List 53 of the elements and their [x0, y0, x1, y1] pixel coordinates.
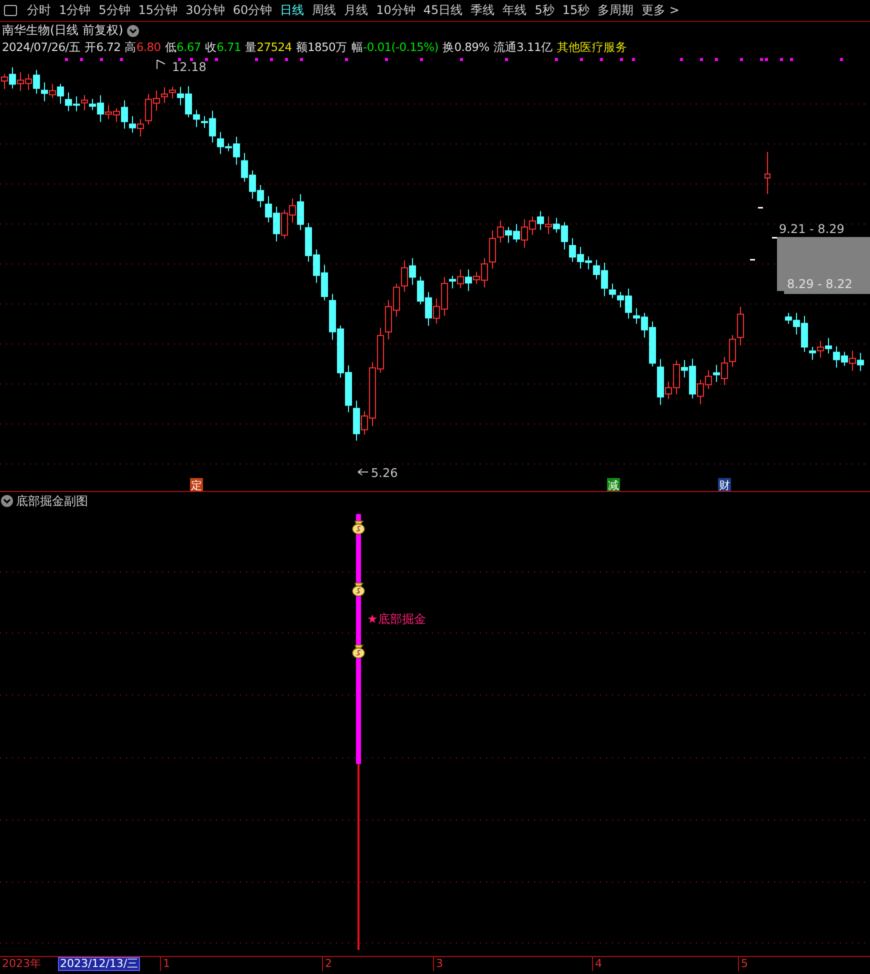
collapse-icon[interactable]: [1, 495, 13, 507]
period-tab[interactable]: 季线: [466, 2, 499, 19]
year-label: 2023年: [2, 957, 41, 971]
quote-field: 换0.89%: [442, 40, 490, 55]
period-tab[interactable]: 60分钟: [228, 2, 276, 19]
money-bag-icon: [352, 644, 365, 658]
period-tab[interactable]: 周线: [308, 2, 340, 19]
period-tab[interactable]: 分时: [23, 2, 55, 19]
month-label: 1: [160, 957, 170, 971]
range-label: 9.21 - 8.29: [779, 222, 844, 236]
month-label: 3: [433, 957, 443, 971]
period-tab[interactable]: 5秒: [530, 2, 558, 19]
period-tab[interactable]: 15分钟: [134, 2, 182, 19]
event-badge[interactable]: 财: [718, 478, 731, 492]
quote-field: 其他医疗服务: [556, 40, 627, 55]
indicator-title: 底部掘金副图: [16, 492, 88, 510]
period-tab[interactable]: 1分钟: [55, 2, 95, 19]
quote-field: 幅-0.01(-0.15%): [351, 40, 438, 55]
quote-field: 额1850万: [296, 40, 348, 55]
panel-toggle-icon[interactable]: [4, 5, 17, 16]
more-button[interactable]: 更多 >: [638, 2, 684, 19]
period-tab[interactable]: 15秒: [558, 2, 594, 19]
quote-field: 流通3.11亿: [493, 40, 553, 55]
quote-field: 收6.71: [204, 40, 241, 55]
period-tab[interactable]: 45日线: [419, 2, 467, 19]
period-tab[interactable]: 月线: [340, 2, 372, 19]
stock-title: 南华生物(日线 前复权): [2, 22, 124, 39]
money-bag-icon: [352, 520, 365, 534]
dropdown-icon[interactable]: [127, 24, 140, 36]
event-badge[interactable]: 定: [190, 478, 203, 492]
candlestick: [764, 152, 770, 194]
period-tab[interactable]: 10分钟: [372, 2, 420, 19]
price-tick: [750, 259, 755, 260]
period-tab[interactable]: 多周期: [594, 2, 638, 19]
period-tab[interactable]: 30分钟: [182, 2, 229, 19]
event-badge[interactable]: 减: [607, 478, 620, 492]
quote-field: 2024/07/26/五: [2, 40, 81, 55]
money-bag-icon: [352, 582, 365, 596]
quote-field: 低6.67: [164, 40, 201, 55]
price-tick: [772, 237, 777, 238]
cursor-date: 2023/12/13/三: [58, 957, 140, 971]
range-label: 8.29 - 8.22: [787, 277, 852, 291]
price-tick: [758, 207, 763, 208]
period-tab[interactable]: 5分钟: [94, 2, 134, 19]
quote-field: 开6.72: [84, 40, 121, 55]
month-label: 4: [592, 957, 602, 971]
signal-label: ★底部掘金: [367, 612, 426, 626]
month-label: 5: [738, 957, 748, 971]
period-tab[interactable]: 日线: [276, 2, 308, 19]
quote-field: 量27524: [245, 40, 292, 55]
quote-field: 高6.80: [124, 40, 161, 55]
period-tab[interactable]: 年线: [498, 2, 531, 19]
month-label: 2: [322, 957, 332, 971]
